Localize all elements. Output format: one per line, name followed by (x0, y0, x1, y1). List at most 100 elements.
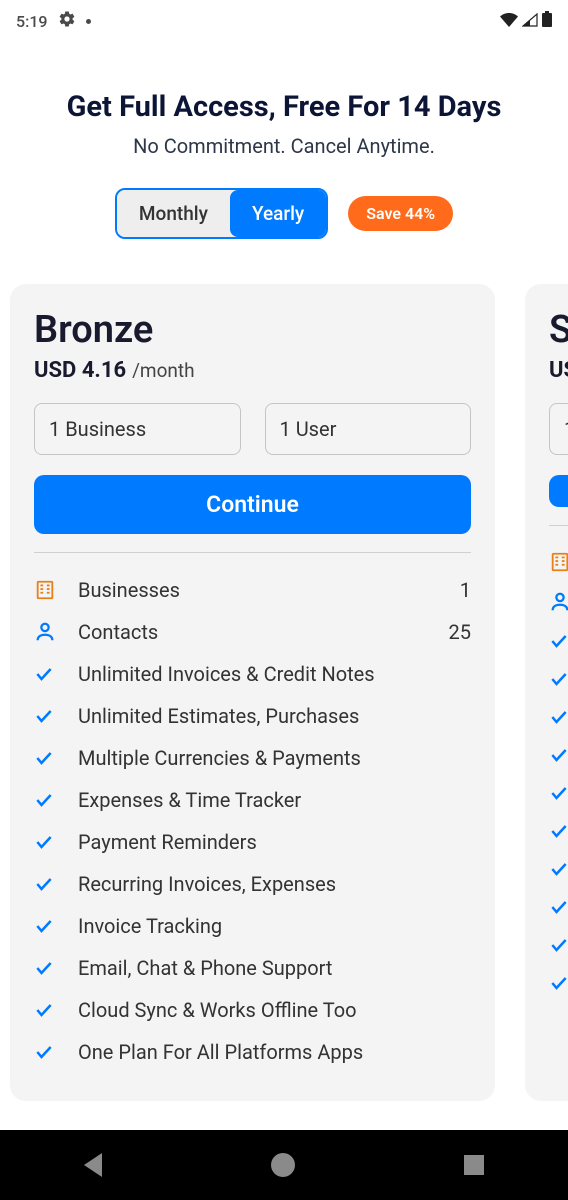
feature-item: Email, Chat & Phone Support (34, 947, 471, 989)
navigation-bar (0, 1130, 568, 1200)
feature-item (549, 660, 568, 698)
feature-item: One Plan For All Platforms Apps (34, 1031, 471, 1073)
yearly-toggle-button[interactable]: Yearly (230, 190, 326, 237)
building-icon (34, 579, 74, 601)
recent-button[interactable] (464, 1155, 484, 1175)
feature-label: Businesses (74, 578, 460, 602)
feature-label: Payment Reminders (74, 830, 471, 854)
business-selector[interactable]: 1 Business (34, 403, 241, 455)
feature-item (549, 888, 568, 926)
feature-label: Invoice Tracking (74, 914, 471, 938)
check-icon (34, 748, 74, 768)
plans-container[interactable]: Bronze USD 4.16 /month 1 Business 1 User… (0, 284, 568, 1101)
wifi-icon (500, 12, 518, 31)
check-icon (549, 707, 568, 727)
check-icon (549, 783, 568, 803)
feature-item: Unlimited Estimates, Purchases (34, 695, 471, 737)
feature-value: 1 (460, 578, 471, 602)
feature-businesses (549, 542, 568, 582)
plan-price-row: US (549, 358, 568, 383)
gear-icon (58, 10, 76, 32)
check-icon (34, 664, 74, 684)
monthly-toggle-button[interactable]: Monthly (117, 190, 230, 237)
feature-label: Unlimited Estimates, Purchases (74, 704, 471, 728)
feature-label: Expenses & Time Tracker (74, 788, 471, 812)
feature-item (549, 698, 568, 736)
save-badge: Save 44% (348, 196, 453, 231)
feature-item (549, 812, 568, 850)
check-icon (549, 745, 568, 765)
page-subtitle: No Commitment. Cancel Anytime. (30, 134, 538, 158)
feature-item: Payment Reminders (34, 821, 471, 863)
status-left: 5:19 (16, 10, 91, 32)
feature-contacts: Contacts 25 (34, 611, 471, 653)
plan-price: US (549, 358, 568, 383)
plan-price: USD 4.16 (34, 358, 126, 383)
billing-toggle-row: Monthly Yearly Save 44% (0, 188, 568, 239)
page-header: Get Full Access, Free For 14 Days No Com… (0, 40, 568, 188)
back-button[interactable] (84, 1153, 102, 1177)
check-icon (34, 832, 74, 852)
check-icon (34, 958, 74, 978)
business-selector[interactable]: 1 (549, 403, 568, 455)
dot-icon (86, 19, 91, 24)
feature-label: One Plan For All Platforms Apps (74, 1040, 471, 1064)
feature-item: Expenses & Time Tracker (34, 779, 471, 821)
status-bar: 5:19 (0, 0, 568, 40)
feature-businesses: Businesses 1 (34, 569, 471, 611)
building-icon (549, 551, 568, 573)
feature-label: Cloud Sync & Works Offline Too (74, 998, 471, 1022)
feature-item (549, 964, 568, 1002)
battery-icon (542, 11, 552, 31)
check-icon (549, 631, 568, 651)
check-icon (549, 859, 568, 879)
check-icon (34, 706, 74, 726)
person-icon (549, 591, 568, 613)
feature-item: Invoice Tracking (34, 905, 471, 947)
page-title: Get Full Access, Free For 14 Days (30, 90, 538, 124)
check-icon (549, 821, 568, 841)
status-right (500, 11, 552, 31)
feature-item (549, 736, 568, 774)
divider (549, 525, 568, 526)
feature-item (549, 926, 568, 964)
feature-value: 25 (449, 620, 471, 644)
feature-item (549, 774, 568, 812)
billing-toggle: Monthly Yearly (115, 188, 328, 239)
user-selector[interactable]: 1 User (265, 403, 472, 455)
continue-button[interactable] (549, 475, 568, 507)
check-icon (549, 935, 568, 955)
selectors-row: 1 Business 1 User (34, 403, 471, 455)
feature-contacts (549, 582, 568, 622)
continue-button[interactable]: Continue (34, 475, 471, 534)
feature-item (549, 850, 568, 888)
plan-card-next: S US 1 (525, 284, 568, 1101)
feature-label: Unlimited Invoices & Credit Notes (74, 662, 471, 686)
check-icon (34, 1000, 74, 1020)
feature-item: Cloud Sync & Works Offline Too (34, 989, 471, 1031)
plan-price-row: USD 4.16 /month (34, 358, 471, 383)
feature-item (549, 622, 568, 660)
feature-label: Email, Chat & Phone Support (74, 956, 471, 980)
divider (34, 552, 471, 553)
signal-icon (522, 12, 538, 31)
check-icon (34, 790, 74, 810)
check-icon (549, 973, 568, 993)
feature-item: Unlimited Invoices & Credit Notes (34, 653, 471, 695)
plan-card-bronze: Bronze USD 4.16 /month 1 Business 1 User… (10, 284, 495, 1101)
selectors-row: 1 (549, 403, 568, 455)
check-icon (34, 874, 74, 894)
feature-label: Recurring Invoices, Expenses (74, 872, 471, 896)
check-icon (549, 669, 568, 689)
feature-label: Multiple Currencies & Payments (74, 746, 471, 770)
feature-item: Multiple Currencies & Payments (34, 737, 471, 779)
plan-period: /month (132, 359, 195, 382)
check-icon (549, 897, 568, 917)
plan-name: Bronze (34, 308, 471, 352)
feature-item: Recurring Invoices, Expenses (34, 863, 471, 905)
home-button[interactable] (271, 1153, 295, 1177)
feature-label: Contacts (74, 620, 449, 644)
plan-name: S (549, 308, 568, 352)
check-icon (34, 1042, 74, 1062)
person-icon (34, 621, 74, 643)
